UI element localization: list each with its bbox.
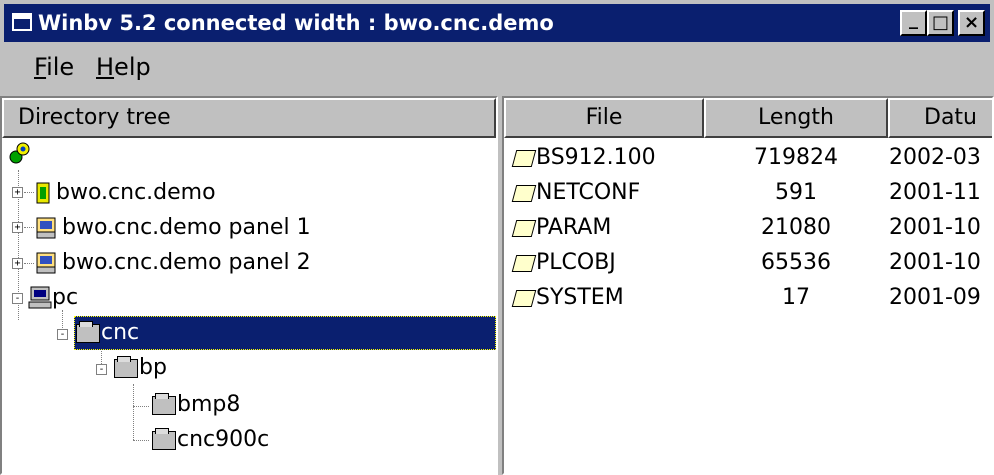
tree-node-label: bwo.cnc.demo panel 1: [62, 215, 311, 240]
file-row[interactable]: PLCOBJ 65536 2001-10: [504, 247, 992, 279]
file-name: NETCONF: [536, 180, 641, 205]
tree-node-label: bwo.cnc.demo: [56, 180, 216, 205]
tree-line: [24, 263, 34, 264]
file-length: 591: [775, 180, 817, 205]
tree-node-panel-1[interactable]: bwo.cnc.demo panel 1: [36, 211, 311, 245]
maximize-icon: □: [931, 12, 949, 33]
app-window: Winbv 5.2 connected width : bwo.cnc.demo…: [0, 0, 994, 475]
file-row[interactable]: NETCONF 591 2001-11: [504, 177, 992, 209]
tree-node-label: cnc: [101, 320, 140, 345]
column-header-length[interactable]: Length: [704, 98, 888, 138]
expand-plus-icon[interactable]: +: [12, 258, 23, 269]
tree-line: [133, 384, 134, 440]
minimize-icon: _: [909, 9, 918, 30]
column-header-date[interactable]: Datu: [888, 98, 992, 138]
file-name: SYSTEM: [536, 285, 624, 310]
window-icon[interactable]: [12, 13, 32, 31]
tree-node-pc[interactable]: pc: [28, 281, 78, 315]
tree-node-label: bp: [139, 355, 167, 380]
file-length: 21080: [761, 215, 831, 240]
file-name: PARAM: [536, 215, 612, 240]
expand-plus-icon[interactable]: +: [12, 187, 23, 198]
file-length: 17: [782, 285, 810, 310]
close-icon: ×: [963, 12, 980, 33]
file-date: 2001-10: [889, 215, 981, 240]
file-date: 2002-03: [889, 145, 981, 170]
tree-node-label: cnc900c: [177, 427, 270, 452]
tree-line: [24, 227, 34, 228]
tree-node-label: bwo.cnc.demo panel 2: [62, 250, 311, 275]
close-button[interactable]: ×: [958, 10, 985, 36]
menu-bar: File Help: [4, 44, 990, 90]
column-header-file[interactable]: File: [504, 98, 704, 138]
menu-help-label: elp: [114, 53, 151, 81]
menu-file[interactable]: File: [34, 52, 74, 82]
file-icon: [511, 254, 537, 272]
maximize-button[interactable]: □: [927, 10, 954, 36]
tree-node-bmp8[interactable]: bmp8: [152, 388, 240, 422]
file-icon: [511, 184, 537, 202]
expand-plus-icon[interactable]: +: [12, 222, 23, 233]
computer-icon: [28, 286, 52, 309]
collapse-minus-icon[interactable]: -: [12, 293, 23, 304]
file-icon: [511, 289, 537, 307]
file-length: 719824: [754, 145, 838, 170]
window-title: Winbv 5.2 connected width : bwo.cnc.demo: [38, 11, 554, 35]
collapse-minus-icon[interactable]: -: [57, 329, 68, 340]
folder-icon: [114, 355, 138, 378]
file-row[interactable]: PARAM 21080 2001-10: [504, 212, 992, 244]
menu-file-label: ile: [46, 53, 75, 81]
file-name: BS912.100: [536, 145, 656, 170]
menu-help-mnemonic: H: [96, 53, 115, 81]
tree-line: [24, 192, 34, 193]
file-date: 2001-11: [889, 180, 981, 205]
file-list-pane[interactable]: File Length Datu BS912.100 719824 2002-0…: [502, 96, 994, 475]
network-root-icon[interactable]: [8, 142, 30, 164]
menu-help[interactable]: Help: [96, 52, 151, 82]
file-row[interactable]: BS912.100 719824 2002-03: [504, 142, 992, 174]
directory-tree-pane[interactable]: Directory tree + + + - - - bwo.cnc.demo …: [0, 96, 498, 475]
folder-icon: [152, 392, 176, 415]
tree-node-bwo-cnc-demo[interactable]: bwo.cnc.demo: [36, 176, 216, 210]
tree-node-label: bmp8: [177, 392, 241, 417]
tree-line: [133, 440, 149, 441]
file-name: PLCOBJ: [536, 250, 616, 275]
file-icon: [511, 219, 537, 237]
tree-node-cnc[interactable]: cnc: [74, 316, 496, 350]
tree-node-bp[interactable]: bp: [114, 351, 167, 385]
directory-tree-header: Directory tree: [2, 98, 496, 138]
folder-icon: [152, 427, 176, 450]
tree-line: [133, 406, 149, 407]
panel-icon: [36, 252, 56, 274]
file-date: 2001-09: [889, 285, 981, 310]
folder-icon: [76, 320, 100, 343]
collapse-minus-icon[interactable]: -: [96, 364, 107, 375]
menu-file-mnemonic: F: [34, 53, 47, 81]
panel-icon: [36, 217, 56, 239]
file-row[interactable]: SYSTEM 17 2001-09: [504, 282, 992, 314]
tree-node-cnc900c[interactable]: cnc900c: [152, 423, 269, 457]
cnc-controller-icon: [36, 182, 50, 204]
file-length: 65536: [761, 250, 831, 275]
tree-node-label: pc: [52, 285, 79, 310]
tree-node-panel-2[interactable]: bwo.cnc.demo panel 2: [36, 246, 311, 280]
file-icon: [511, 149, 537, 167]
minimize-button[interactable]: _: [900, 10, 927, 36]
file-date: 2001-10: [889, 250, 981, 275]
title-bar[interactable]: Winbv 5.2 connected width : bwo.cnc.demo…: [4, 4, 990, 42]
